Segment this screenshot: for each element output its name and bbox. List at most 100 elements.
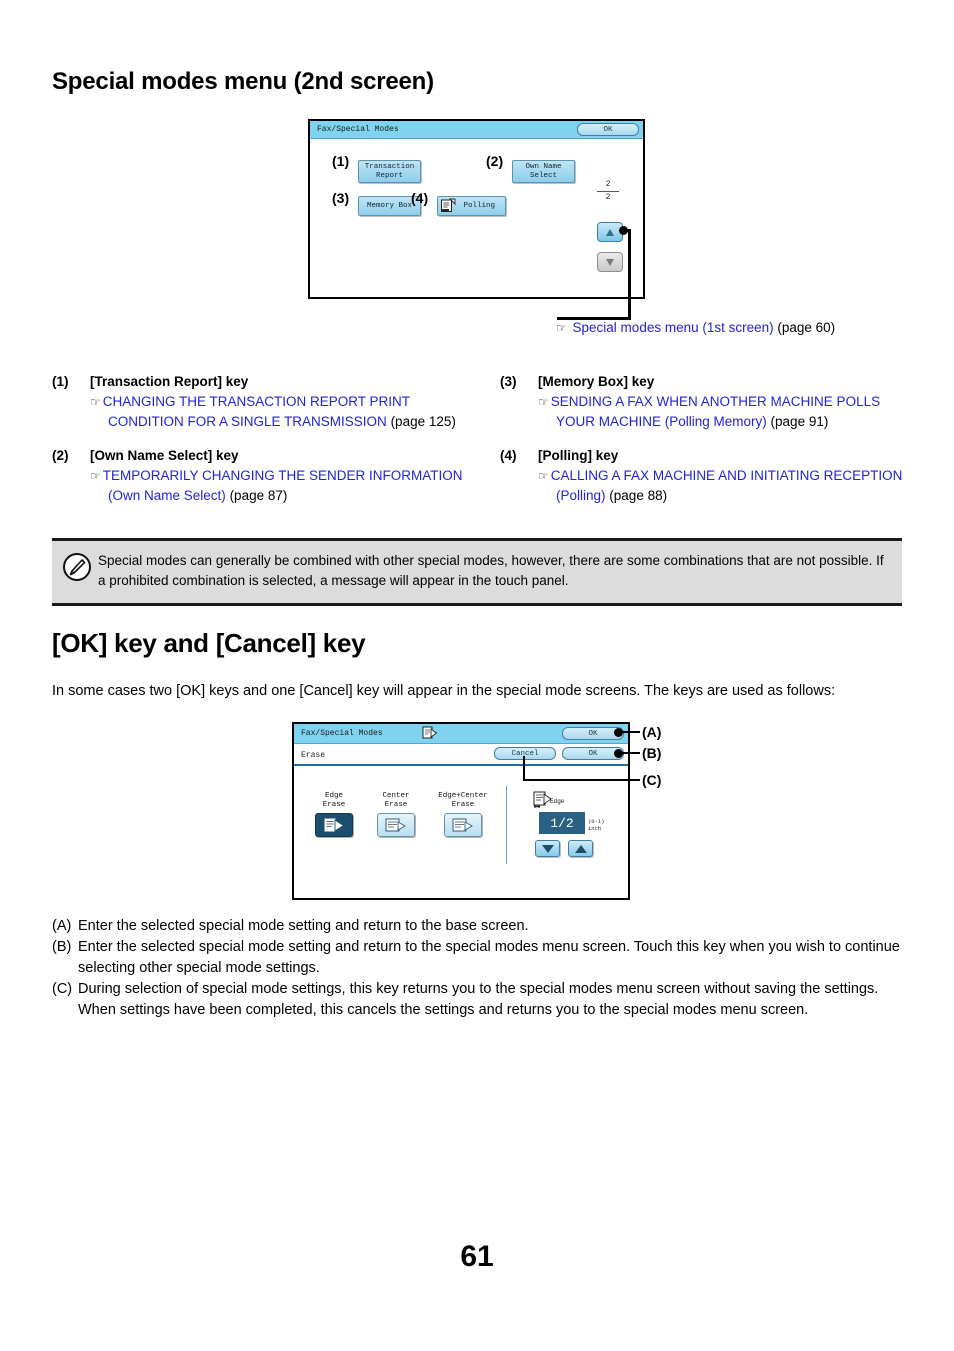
abc-description-list: (A) Enter the selected special mode sett… — [52, 916, 900, 1021]
abc-row-a-text: Enter the selected special mode setting … — [78, 918, 529, 934]
edge-erase-label-1: Edge — [324, 792, 343, 800]
edge-center-erase-option[interactable]: Edge+Center Erase — [427, 792, 499, 837]
edge-center-erase-label-1: Edge+Center — [438, 792, 488, 800]
key-entry-3-page: (page 91) — [770, 414, 829, 429]
key-list-right: (3) [Memory Box] key ☞ SENDING A FAX WHEN… — [500, 374, 905, 522]
screen2-title: Fax/Special Modes — [301, 729, 383, 738]
abc-row-c-text: During selection of special mode setting… — [78, 981, 879, 1018]
center-erase-icon[interactable] — [377, 813, 415, 837]
abc-row-a: (A) Enter the selected special mode sett… — [52, 916, 900, 937]
fax-special-modes-screen-2nd: Fax/Special Modes OK Transaction Report … — [308, 119, 645, 299]
abc-row-a-tag: (A) — [52, 918, 72, 934]
edge-value-display: 1/2 — [539, 812, 585, 834]
arrow-up-icon — [574, 844, 587, 853]
pagination-total: 2 — [605, 193, 611, 202]
arrow-up-icon — [606, 228, 614, 236]
center-erase-label-2: Erase — [384, 801, 408, 809]
document-icon — [422, 726, 438, 746]
key-entry-3-head: (3) [Memory Box] key — [500, 374, 905, 389]
page-number: 61 — [460, 1240, 494, 1273]
own-name-select-label-1: Own Name — [525, 162, 562, 171]
own-name-select-key[interactable]: Own Name Select — [512, 160, 575, 183]
leader-line-v-screen1 — [628, 229, 631, 319]
pagination-divider — [597, 191, 619, 192]
transaction-report-label-1: Transaction — [364, 162, 415, 171]
arrow-down-icon — [541, 844, 554, 853]
abc-row-c-tag: (C) — [52, 981, 73, 997]
callout-4: (4) — [411, 190, 429, 206]
pointing-hand-icon: ☞ — [90, 395, 101, 409]
key-entry-1-link[interactable]: CHANGING THE TRANSACTION REPORT PRINT CO… — [103, 394, 410, 429]
edge-range-unit: inch — [588, 825, 602, 832]
key-entry-4-link[interactable]: CALLING A FAX MACHINE AND INITIATING REC… — [551, 468, 903, 503]
panel-divider — [506, 786, 507, 864]
note-pencil-icon — [62, 552, 92, 582]
center-erase-label-1: Center — [382, 792, 410, 800]
key-entry-3-num: (3) — [500, 374, 517, 389]
key-entry-4-head: (4) [Polling] key — [500, 448, 905, 463]
edge-decrease-button[interactable] — [535, 840, 560, 857]
screen1-pagination: 2 2 — [595, 180, 621, 203]
leader-line-c-v — [523, 756, 525, 780]
abc-row-b: (B) Enter the selected special mode sett… — [52, 937, 900, 979]
reference-link-row: ☞ Special modes menu (1st screen) (page … — [556, 320, 835, 335]
leader-line-a — [618, 731, 640, 733]
pagination-current: 2 — [605, 180, 611, 189]
erase-subbar: Erase Cancel OK — [294, 744, 628, 766]
callout-c: (C) — [642, 772, 662, 788]
edge-setting-label: Edge — [550, 798, 565, 805]
scroll-down-button[interactable] — [597, 252, 623, 272]
section2-title: [OK] key and [Cancel] key — [52, 628, 366, 658]
transaction-report-label-2: Report — [375, 171, 403, 180]
document-page: Special modes menu (2nd screen) Fax/Spec… — [0, 0, 954, 1351]
leader-line-c-h — [523, 779, 640, 781]
center-erase-option[interactable]: Center Erase — [366, 792, 426, 837]
key-entry-1: (1) [Transaction Report] key ☞ CHANGING T… — [52, 374, 482, 432]
key-entry-2-num: (2) — [52, 448, 69, 463]
erase-cancel-button-c[interactable]: Cancel — [494, 747, 556, 760]
edge-erase-icon[interactable] — [315, 813, 353, 837]
reference-page: (page 60) — [777, 320, 836, 335]
screen2-titlebar: Fax/Special Modes OK — [294, 724, 628, 744]
key-entry-1-page: (page 125) — [390, 414, 456, 429]
edge-center-erase-label-2: Erase — [451, 801, 475, 809]
abc-row-b-tag: (B) — [52, 939, 72, 955]
arrow-down-icon — [606, 258, 614, 266]
key-entry-3: (3) [Memory Box] key ☞ SENDING A FAX WHEN… — [500, 374, 905, 432]
key-entry-2-title: [Own Name Select] key — [90, 448, 239, 463]
edge-increase-button[interactable] — [568, 840, 593, 857]
key-entry-2-page: (page 87) — [229, 488, 288, 503]
edge-erase-label-2: Erase — [322, 801, 346, 809]
transaction-report-key[interactable]: Transaction Report — [358, 160, 421, 183]
screen1-ok-button[interactable]: OK — [577, 123, 639, 136]
page-title: Special modes menu (2nd screen) — [52, 68, 434, 95]
key-entry-1-num: (1) — [52, 374, 69, 389]
pointing-hand-icon: ☞ — [538, 395, 549, 409]
key-entry-4-num: (4) — [500, 448, 517, 463]
screen1-titlebar: Fax/Special Modes OK — [310, 121, 643, 139]
key-entry-4: (4) [Polling] key ☞ CALLING A FAX MACHINE… — [500, 448, 905, 506]
key-entry-2: (2) [Own Name Select] key ☞ TEMPORARILY C… — [52, 448, 482, 506]
callout-a: (A) — [642, 724, 662, 740]
note-bottom-divider — [52, 603, 902, 606]
callout-b: (B) — [642, 745, 662, 761]
callout-1: (1) — [332, 153, 350, 169]
callout-3: (3) — [332, 190, 350, 206]
screen1-title: Fax/Special Modes — [317, 125, 399, 134]
pointing-hand-icon: ☞ — [556, 321, 567, 335]
edge-erase-option[interactable]: Edge Erase — [304, 792, 364, 837]
reference-link[interactable]: Special modes menu (1st screen) — [573, 320, 774, 335]
callout-2: (2) — [486, 153, 504, 169]
key-entry-1-body: ☞ CHANGING THE TRANSACTION REPORT PRINT C… — [90, 392, 482, 432]
note-text: Special modes can generally be combined … — [98, 553, 884, 588]
pointing-hand-icon: ☞ — [90, 469, 101, 483]
key-entry-4-page: (page 88) — [609, 488, 668, 503]
key-entry-1-head: (1) [Transaction Report] key — [52, 374, 482, 389]
leader-line-b — [618, 752, 640, 754]
key-entry-3-link[interactable]: SENDING A FAX WHEN ANOTHER MACHINE POLLS… — [551, 394, 880, 429]
edge-range-label: (0-1) inch — [588, 818, 605, 832]
abc-row-c: (C) During selection of special mode set… — [52, 979, 900, 1021]
key-entry-2-body: ☞ TEMPORARILY CHANGING THE SENDER INFORMA… — [90, 466, 482, 506]
key-entry-4-body: ☞ CALLING A FAX MACHINE AND INITIATING RE… — [538, 466, 905, 506]
edge-center-erase-icon[interactable] — [444, 813, 482, 837]
